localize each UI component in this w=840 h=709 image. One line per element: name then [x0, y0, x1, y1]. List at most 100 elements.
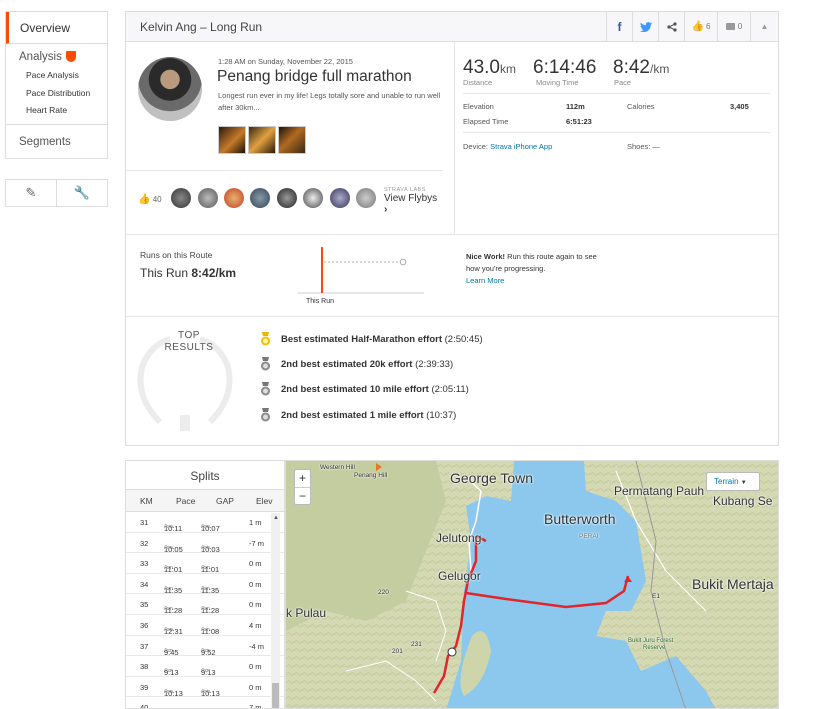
kudos-total[interactable]: 👍 40 — [138, 194, 162, 205]
sidebar-item-label: Segments — [19, 135, 71, 148]
road-label-e1: E1 — [652, 593, 660, 600]
result-time: (10:37) — [426, 410, 457, 421]
split-elev: 0 m — [249, 662, 262, 672]
device-label: Device: — [463, 142, 489, 151]
kudoer-avatar[interactable] — [303, 188, 323, 208]
route-history-chart: This Run — [298, 247, 424, 305]
split-km: 38 — [140, 662, 149, 672]
route-map[interactable]: + − Terrain ▼ George Town Butterworth Pe… — [285, 460, 779, 709]
table-row: 33 11:01 /km 11:01 /km 0 m — [126, 553, 284, 574]
activity-photo[interactable] — [278, 126, 306, 154]
sidebar-item-pace-distribution[interactable]: Pace Distribution — [6, 85, 107, 103]
kudoer-avatar[interactable] — [250, 188, 270, 208]
split-km: 40 — [140, 703, 149, 709]
result-title: 2nd best estimated 20k effort — [281, 359, 413, 370]
actions-button[interactable]: 🔧 — [56, 180, 107, 206]
kudoer-avatar[interactable] — [330, 188, 350, 208]
elevation-label: Elevation — [463, 102, 494, 111]
chevron-right-icon: › — [384, 204, 388, 215]
split-elev: 0 m — [249, 682, 262, 692]
edit-button[interactable]: ✎ — [6, 180, 56, 206]
moving-time-label: Moving Time — [536, 78, 579, 87]
facebook-icon: f — [617, 19, 622, 34]
table-row: 4011:23 /km10:59 /km7 m — [126, 697, 284, 709]
moving-time-value: 6:14:46 — [533, 57, 597, 78]
sidebar-item-segments[interactable]: Segments — [6, 123, 107, 158]
splits-panel: Splits KM Pace GAP Elev 31 10:11 /km 10:07… — [125, 460, 285, 709]
split-km: 36 — [140, 620, 149, 630]
table-row: 36 12:31 /km 11:08 /km 4 m — [126, 615, 284, 636]
sidebar-item-analysis[interactable]: Analysis — [6, 44, 107, 67]
view-flybys-label: View Flybys — [384, 193, 438, 204]
activity-photo[interactable] — [248, 126, 276, 154]
map-label-kubang: Kubang Se — [713, 494, 773, 508]
stats-panel: 43.0km Distance 6:14:46 Moving Time 8:42… — [454, 42, 778, 234]
result-title: 2nd best estimated 1 mile effort — [281, 410, 424, 421]
map-label-gelugor: Gelugor — [438, 569, 481, 583]
learn-more-link[interactable]: Learn More — [466, 276, 504, 285]
runs-on-route-label: Runs on this Route — [140, 250, 213, 260]
kudoer-avatar[interactable] — [171, 188, 191, 208]
zoom-out-button[interactable]: − — [295, 487, 310, 504]
twitter-icon — [639, 21, 652, 32]
kudoer-avatar[interactable] — [356, 188, 376, 208]
col-km: KM — [140, 496, 153, 506]
sidebar-menu: Overview Analysis Pace Analysis Pace Dis… — [5, 11, 108, 159]
map-label-penang-hill: Penang Hill — [354, 472, 388, 479]
collapse-button[interactable]: ▲ — [750, 11, 778, 42]
comment-button[interactable]: 0 — [717, 11, 750, 42]
kudoer-avatar[interactable] — [277, 188, 297, 208]
calories-value: 3,405 — [730, 102, 749, 111]
kudos-button[interactable]: 👍 6 — [684, 11, 717, 42]
split-km: 32 — [140, 538, 149, 548]
share-button[interactable] — [658, 11, 684, 42]
thumbs-up-icon: 👍 — [691, 21, 704, 32]
scroll-thumb[interactable] — [272, 683, 279, 708]
road-label-220: 220 — [378, 589, 389, 596]
twitter-share-button[interactable] — [632, 11, 658, 42]
map-label-perai: PERAI — [579, 533, 599, 540]
sidebar-item-label: Analysis — [19, 51, 62, 63]
split-elev: 0 m — [249, 600, 262, 610]
result-time: (2:39:33) — [415, 359, 454, 370]
sidebar-item-overview[interactable]: Overview — [6, 12, 107, 44]
athlete-avatar[interactable] — [138, 57, 202, 121]
result-title: Best estimated Half-Marathon effort — [281, 334, 442, 345]
result-title: 2nd best estimated 10 mile effort — [281, 384, 429, 395]
finish-flag-icon — [447, 647, 457, 657]
activity-photo[interactable] — [218, 126, 246, 154]
sidebar-item-heart-rate[interactable]: Heart Rate — [6, 102, 107, 124]
split-elev: 0 m — [249, 559, 262, 569]
route-message: Nice Work! Run this route again to see h… — [466, 251, 606, 287]
split-elev: 1 m — [249, 518, 262, 527]
top-results-line1: TOP — [178, 330, 200, 341]
this-run-prefix: This Run — [140, 266, 189, 280]
divider — [463, 93, 770, 94]
map-label-jelutong: Jelutong — [436, 531, 482, 545]
table-row: 39 10:13 /km 10:13 /km 0 m — [126, 677, 284, 698]
zoom-control: + − — [294, 469, 311, 505]
activity-title: Penang bridge full marathon — [217, 68, 412, 85]
splits-scrollbar[interactable] — [271, 513, 280, 708]
device-link[interactable]: Strava iPhone App — [490, 142, 552, 151]
terrain-select[interactable]: Terrain ▼ — [706, 472, 760, 491]
silver-medal-icon — [261, 382, 270, 396]
kudoer-avatar[interactable] — [224, 188, 244, 208]
kudos-row: 👍 40 STRAVA LABS View Flybys › — [126, 170, 443, 218]
zoom-in-button[interactable]: + — [295, 470, 310, 487]
elevation-value: 112m — [566, 102, 585, 111]
split-km: 37 — [140, 641, 149, 651]
sidebar: Overview Analysis Pace Analysis Pace Dis… — [5, 11, 108, 207]
kudoer-avatar[interactable] — [198, 188, 218, 208]
table-row: 34 11:35 /km 11:35 /km 0 m — [126, 574, 284, 595]
divider — [463, 132, 770, 133]
elapsed-time-label: Elapsed Time — [463, 117, 509, 126]
facebook-share-button[interactable]: f — [606, 11, 632, 42]
view-flybys-link[interactable]: STRAVA LABS View Flybys › — [384, 187, 443, 215]
sidebar-item-pace-analysis[interactable]: Pace Analysis — [6, 67, 107, 85]
thumbs-up-icon: 👍 — [138, 194, 151, 205]
this-run-summary: This Run 8:42/km — [140, 266, 236, 280]
scroll-up-icon[interactable]: ▲ — [273, 515, 279, 521]
page-title: Kelvin Ang – Long Run — [140, 19, 263, 34]
trend-point — [399, 258, 407, 266]
